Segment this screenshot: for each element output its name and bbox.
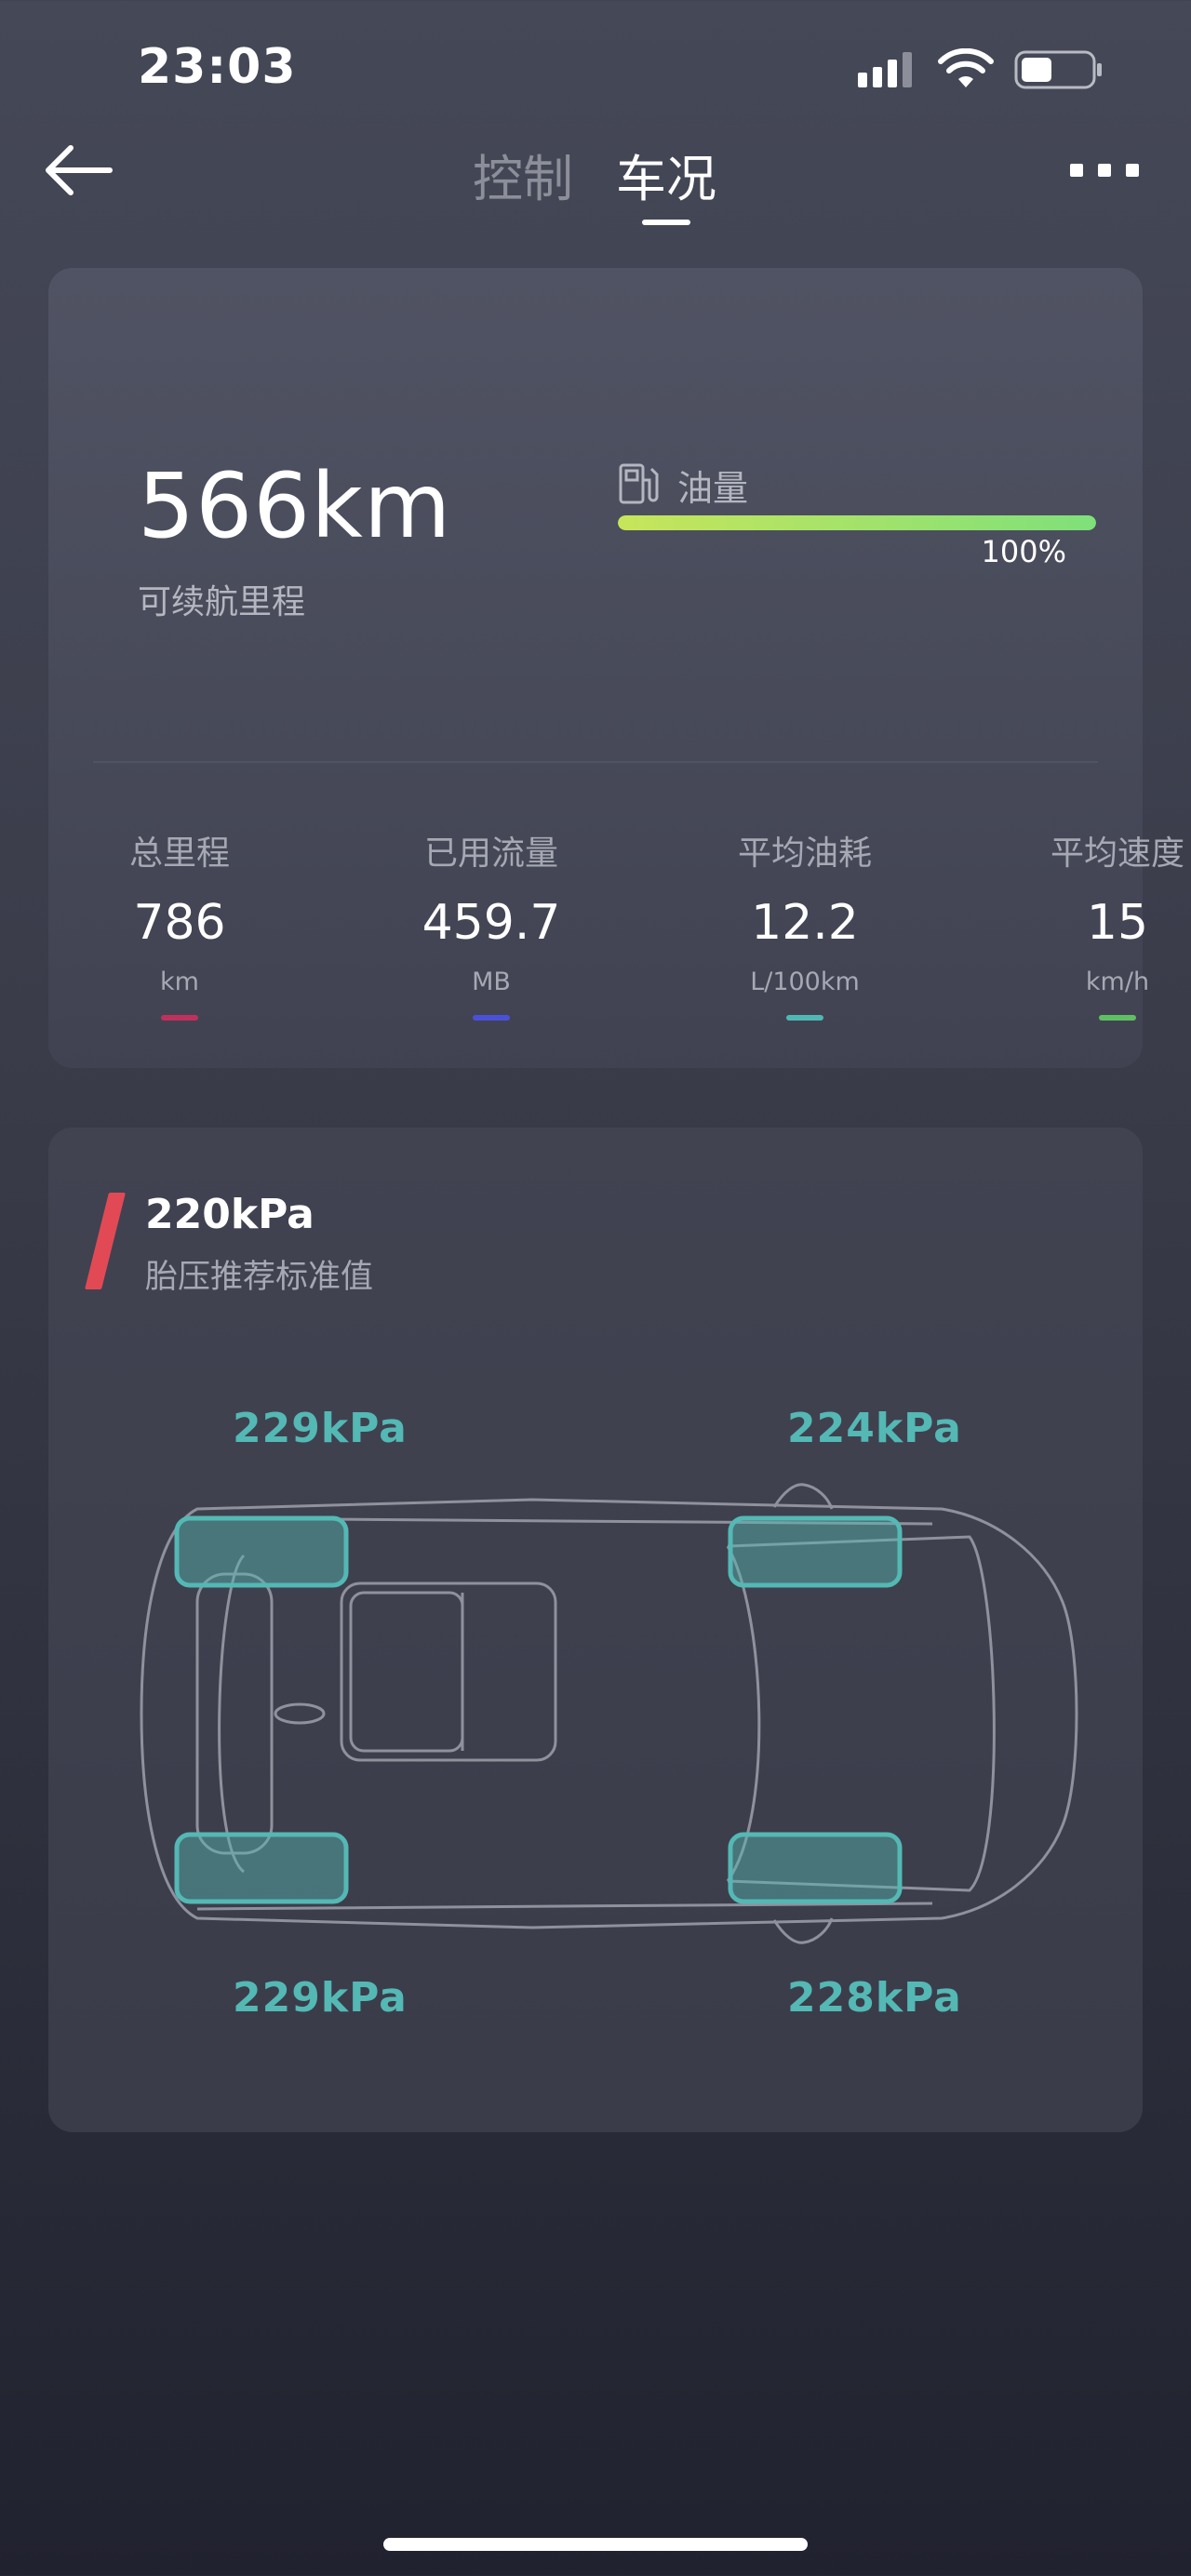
stat-unit: km [160,968,199,996]
more-options-icon[interactable] [1070,164,1141,179]
car-side-line-bottom [196,1902,933,1911]
car-sunroof-inner [349,1591,464,1753]
tire-pressure-rear-right: 228kPa [787,1974,962,2022]
stat-value: 786 [133,895,226,951]
car-windshield [726,1545,761,1882]
battery-icon [1014,50,1102,89]
accent-stripe [85,1193,126,1289]
tire-rear-right [728,1832,903,1904]
fuel-percent: 100% [981,534,1066,569]
tire-pressure-rear-left: 229kPa [233,1974,408,2022]
recommended-pressure-label: 胎压推荐标准值 [145,1259,374,1296]
car-fuel-cap [274,1702,326,1725]
active-tab-indicator [642,220,690,225]
stat-label: 已用流量 [423,834,558,873]
tire-front-right [728,1515,903,1588]
fuel-level-bar [618,515,1096,530]
stat-color-bar [1099,1015,1136,1021]
car-trunk-outline [195,1572,274,1855]
fuel-label: 油量 [677,468,749,509]
tire-pressure-front-left: 229kPa [233,1405,408,1452]
divider [93,761,1098,763]
stat-avg-speed: 平均速度 15 km/h [1010,826,1191,1021]
tire-pressure-card: 220kPa 胎压推荐标准值 229kPa 224kPa 229kPa 228k… [48,1128,1143,2132]
stat-label: 平均速度 [1050,834,1184,873]
car-rear-window [218,1554,246,1874]
stat-color-bar [161,1015,198,1021]
tire-pressure-front-right: 224kPa [787,1405,962,1452]
range-label: 可续航里程 [138,583,306,621]
status-time: 23:03 [138,39,297,95]
fuel-pump-icon [619,463,659,504]
stat-data-used: 已用流量 459.7 MB [384,826,598,1021]
stat-value: 12.2 [751,895,859,951]
stat-value: 15 [1086,895,1149,951]
stat-color-bar [473,1015,510,1021]
stat-label: 总里程 [128,834,230,873]
stat-value: 459.7 [422,895,561,951]
stat-avg-fuel-consumption: 平均油耗 12.2 L/100km [698,826,912,1021]
home-indicator[interactable] [383,2538,808,2551]
tire-rear-left [174,1832,349,1904]
stat-total-mileage: 总里程 786 km [73,826,287,1021]
fuel-level-fill [618,515,1096,530]
tab-vehicle-status[interactable]: 车况 [616,138,716,211]
tire-front-left [174,1515,349,1588]
wifi-icon [938,48,994,87]
car-sunroof [340,1582,557,1762]
stat-unit: L/100km [750,968,860,996]
cellular-signal-icon [858,52,912,87]
stat-label: 平均油耗 [737,834,872,873]
vehicle-range-card: 566km 可续航里程 油量 100% 总里程 786 km 已用流量 459.… [48,268,1184,1068]
stat-color-bar [786,1015,823,1021]
range-value: 566km [138,454,452,558]
recommended-pressure-value: 220kPa [145,1191,314,1238]
car-top-view-diagram [140,1483,1078,1944]
back-arrow-icon[interactable] [37,140,121,201]
status-bar: 23:03 [0,0,1191,140]
tab-control[interactable]: 控制 [473,138,573,211]
stat-unit: km/h [1085,968,1150,996]
stat-unit: MB [472,968,511,996]
